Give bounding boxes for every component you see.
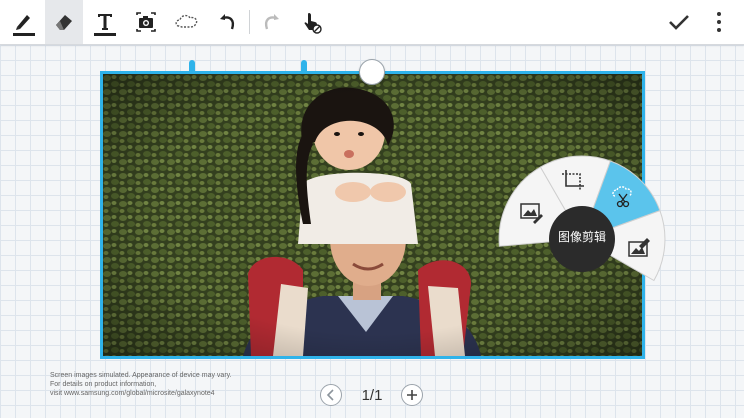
plus-icon	[407, 390, 417, 400]
undo-button[interactable]	[209, 0, 247, 44]
text-icon	[98, 14, 112, 30]
toolbar	[0, 0, 744, 45]
selection-tool-button[interactable]	[168, 0, 206, 44]
toolbar-divider	[249, 10, 250, 34]
text-tool-button[interactable]	[86, 0, 124, 44]
camera-tool-button[interactable]	[127, 0, 165, 44]
radial-center[interactable]	[549, 206, 615, 272]
lasso-icon	[175, 14, 198, 28]
more-options-button[interactable]	[700, 0, 738, 44]
redo-button[interactable]	[252, 0, 290, 44]
checkmark-icon	[669, 15, 689, 30]
previous-page-button[interactable]	[320, 384, 342, 406]
touch-mode-button[interactable]	[292, 0, 330, 44]
radial-menu: 图像剪辑	[498, 155, 666, 322]
disclaimer-line: visit www.samsung.com/global/microsite/g…	[50, 390, 215, 397]
pen-icon	[16, 15, 30, 30]
eraser-icon	[56, 15, 72, 30]
add-page-button[interactable]	[401, 384, 423, 406]
confirm-button[interactable]	[660, 0, 698, 44]
rotate-handle[interactable]	[359, 59, 385, 85]
disclaimer: Screen images simulated. Appearance of d…	[50, 371, 310, 398]
redo-icon	[264, 14, 279, 30]
camera-icon	[136, 12, 156, 32]
disclaimer-line: Screen images simulated. Appearance of d…	[50, 372, 232, 379]
text-color-indicator	[94, 33, 116, 36]
disclaimer-line: For details on product information,	[50, 381, 157, 388]
pen-color-indicator	[13, 33, 35, 36]
page-indicator: 1/1	[361, 387, 383, 404]
hand-pointer-icon	[304, 13, 322, 34]
page-navigator: 1/1	[318, 381, 426, 409]
more-vertical-icon	[717, 12, 721, 32]
chevron-left-icon	[326, 389, 334, 401]
pen-tool-button[interactable]	[5, 0, 43, 44]
undo-icon	[220, 14, 235, 30]
eraser-tool-button[interactable]	[45, 0, 83, 44]
